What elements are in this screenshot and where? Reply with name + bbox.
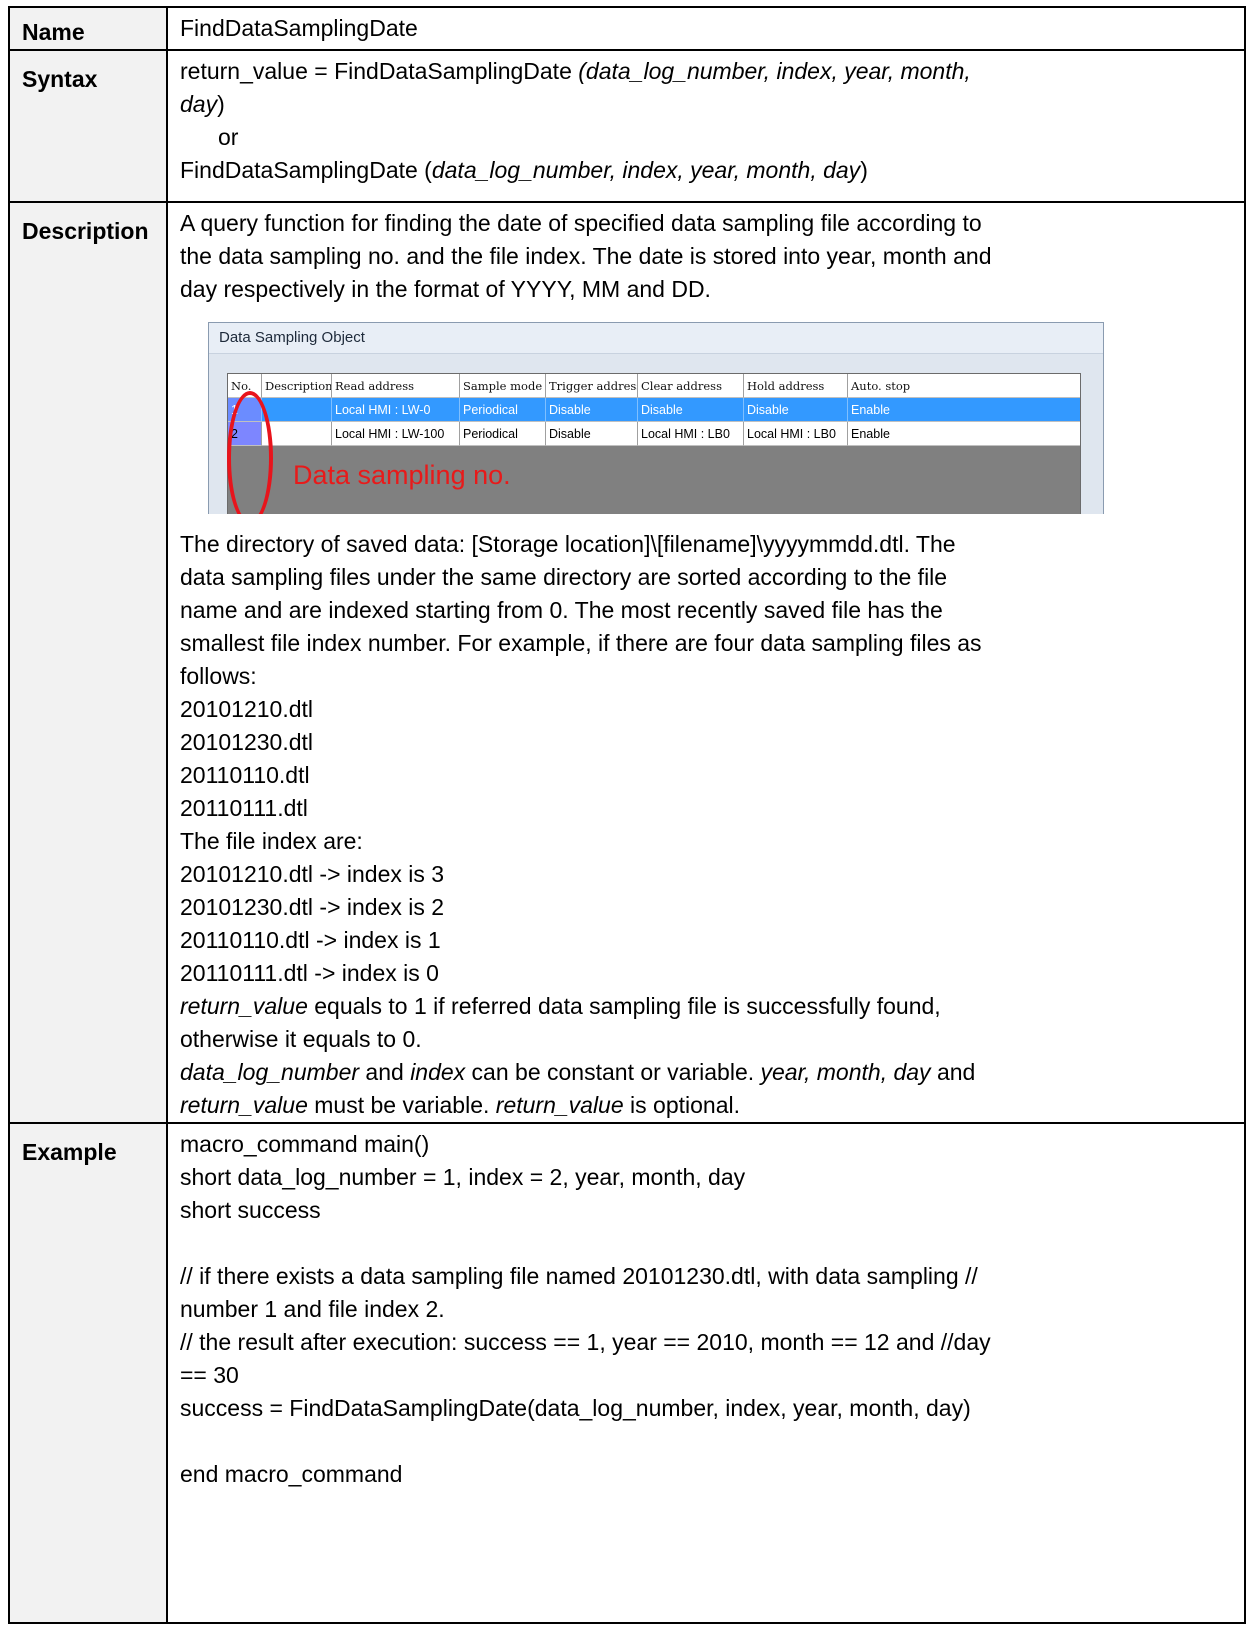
return-value-term: return_value <box>180 993 308 1019</box>
column-header: Description <box>262 374 332 398</box>
grid-cell: Disable <box>638 398 744 422</box>
text: and <box>930 1059 976 1085</box>
body-line: The file index are: <box>180 828 363 854</box>
name-row: Name FindDataSamplingDate <box>8 6 1246 51</box>
syntax-close-paren: ) <box>217 91 225 117</box>
column-header: Sample mode <box>460 374 546 398</box>
grid-cell <box>262 422 332 446</box>
body-line: follows: <box>180 663 257 689</box>
file-index-line: 20101210.dtl -> index is 3 <box>180 861 445 887</box>
data-sampling-grid: No. Description Read address Sample mode… <box>227 373 1081 514</box>
body-line: data sampling files under the same direc… <box>180 564 948 590</box>
body-line: The directory of saved data: [Storage lo… <box>180 531 956 557</box>
file-index-line: 20101230.dtl -> index is 2 <box>180 894 445 920</box>
data-sampling-object-screenshot: Data Sampling Object No. Description Rea… <box>208 322 1104 514</box>
text: and <box>359 1059 411 1085</box>
syntax-params-cont: day <box>180 91 218 117</box>
body-line: smallest file index number. For example,… <box>180 630 982 656</box>
function-reference-table: Name FindDataSamplingDate Syntax return_… <box>8 6 1246 1624</box>
description-value: A query function for finding the date of… <box>166 201 1246 1124</box>
syntax-value: return_value = FindDataSamplingDate (dat… <box>166 49 1246 203</box>
code-line: // if there exists a data sampling file … <box>180 1263 978 1289</box>
term: data_log_number <box>180 1059 360 1085</box>
code-line: end macro_command <box>180 1461 403 1487</box>
variable-note-2: return_value must be variable. return_va… <box>180 1089 1234 1122</box>
data-sampling-no-annotation: Data sampling no. <box>293 460 511 490</box>
term: index <box>410 1059 466 1085</box>
syntax-label: Syntax <box>8 49 168 203</box>
grid-cell: Periodical <box>460 398 546 422</box>
code-line: short success <box>180 1197 321 1223</box>
syntax-call-text: return_value = FindDataSamplingDate <box>180 58 579 84</box>
screenshot-title: Data Sampling Object <box>209 323 1103 354</box>
column-header: Clear address <box>638 374 744 398</box>
grid-cell <box>262 398 332 422</box>
grid-cell: Periodical <box>460 422 546 446</box>
syntax-alt-params: data_log_number, index, year, month, day <box>431 157 861 183</box>
column-header: Read address <box>332 374 460 398</box>
example-label: Example <box>8 1122 168 1624</box>
syntax-row: Syntax return_value = FindDataSamplingDa… <box>8 49 1246 203</box>
function-name: FindDataSamplingDate <box>166 6 1246 51</box>
syntax-line-2: day) <box>180 88 1234 121</box>
grid-cell: Local HMI : LW-100 <box>332 422 460 446</box>
grid-cell: Enable <box>848 398 1080 422</box>
grid-cell: Disable <box>546 422 638 446</box>
intro-line: A query function for finding the date of… <box>180 210 982 236</box>
highlight-oval <box>227 391 273 514</box>
intro-line: day respectively in the format of YYYY, … <box>180 276 711 302</box>
term: return_value <box>180 1092 308 1118</box>
name-label: Name <box>8 6 168 51</box>
code-line: number 1 and file index 2. <box>180 1296 445 1322</box>
syntax-alt-call: FindDataSamplingDate ( <box>180 157 432 183</box>
grid-cell: Disable <box>546 398 638 422</box>
file-name-line: 20101230.dtl <box>180 729 314 755</box>
file-name-line: 20101210.dtl <box>180 696 314 722</box>
text: can be constant or variable. <box>465 1059 761 1085</box>
grid-row-selected[interactable]: 1 Local HMI : LW-0 Periodical Disable Di… <box>228 398 1080 422</box>
example-code: macro_command main() short data_log_numb… <box>166 1122 1246 1624</box>
intro-line: the data sampling no. and the file index… <box>180 243 992 269</box>
text: is optional. <box>623 1092 740 1118</box>
syntax-line-1: return_value = FindDataSamplingDate (dat… <box>180 55 1234 88</box>
example-row: Example macro_command main() short data_… <box>8 1122 1246 1624</box>
code-line: // the result after execution: success =… <box>180 1329 991 1355</box>
grid-cell: Local HMI : LB0 <box>744 422 848 446</box>
file-index-line: 20110111.dtl -> index is 0 <box>180 960 439 986</box>
grid-cell: Local HMI : LB0 <box>638 422 744 446</box>
code-line: success = FindDataSamplingDate(data_log_… <box>180 1395 971 1421</box>
syntax-line-4: FindDataSamplingDate (data_log_number, i… <box>180 154 1234 187</box>
file-index-line: 20110110.dtl -> index is 1 <box>180 927 441 953</box>
grid-row[interactable]: 2 Local HMI : LW-100 Periodical Disable … <box>228 422 1080 446</box>
file-name-line: 20110110.dtl <box>180 762 310 788</box>
code-line: short data_log_number = 1, index = 2, ye… <box>180 1164 746 1190</box>
term: return_value <box>495 1092 624 1118</box>
syntax-params: (data_log_number, index, year, month, <box>578 58 971 84</box>
description-row: Description A query function for finding… <box>8 201 1246 1124</box>
variable-note: data_log_number and index can be constan… <box>180 1056 1234 1089</box>
column-header: Hold address <box>744 374 848 398</box>
term: year, month, day <box>760 1059 931 1085</box>
text: must be variable. <box>307 1092 496 1118</box>
syntax-alt-close: ) <box>860 157 868 183</box>
code-line: macro_command main() <box>180 1131 430 1157</box>
description-label: Description <box>8 201 168 1124</box>
column-header: Auto. stop <box>848 374 1080 398</box>
grid-cell: Enable <box>848 422 1080 446</box>
return-value-note-2: otherwise it equals to 0. <box>180 1026 422 1052</box>
code-line: == 30 <box>180 1362 239 1388</box>
grid-cell: Disable <box>744 398 848 422</box>
body-line: name and are indexed starting from 0. Th… <box>180 597 943 623</box>
return-value-text: equals to 1 if referred data sampling fi… <box>307 993 941 1019</box>
column-header: Trigger address <box>546 374 638 398</box>
file-name-line: 20110111.dtl <box>180 795 308 821</box>
return-value-note: return_value equals to 1 if referred dat… <box>180 990 1234 1023</box>
grid-cell: Local HMI : LW-0 <box>332 398 460 422</box>
syntax-or: or <box>218 124 239 150</box>
grid-header-row: No. Description Read address Sample mode… <box>228 374 1080 398</box>
